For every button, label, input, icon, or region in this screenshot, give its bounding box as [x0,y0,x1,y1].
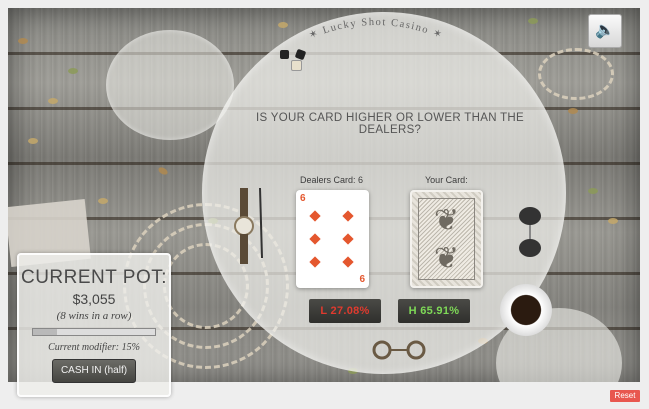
card-back-ornament-icon: ❦ [433,203,460,238]
leaf-decoration [98,198,108,204]
card-back-pattern: ❦ ❦ [418,198,475,280]
leaf-decoration [157,165,169,177]
your-card-label: Your Card: [425,175,468,185]
higher-bet-button[interactable]: H 65.91% [398,299,470,323]
leaf-decoration [48,98,58,104]
dealer-card: 6 6 [296,190,369,288]
pot-progress-bar [32,328,156,336]
game-frame: ✶ Lucky Shot Casino ✶ IS YOUR CARD HIGHE… [0,0,649,409]
current-modifier: Current modifier: 15% [48,342,140,353]
current-pot-panel: CURRENT POT: $3,055 (8 wins in a row) Cu… [17,253,171,397]
game-question: IS YOUR CARD HIGHER OR LOWER THAN THE DE… [256,112,524,136]
win-streak: (8 wins in a row) [56,310,132,322]
leaf-decoration [18,38,28,44]
leaf-decoration [588,188,598,194]
cash-in-button[interactable]: CASH IN (half) [52,359,136,383]
leaf-decoration [28,138,38,144]
diamond-pip-icon [309,256,321,268]
card-rank-bottom: 6 [359,274,365,285]
svg-text:✶ Lucky Shot Casino ✶: ✶ Lucky Shot Casino ✶ [307,17,445,42]
pot-amount: $3,055 [72,291,116,307]
player-card[interactable]: ❦ ❦ [410,190,483,288]
pot-progress-fill [33,329,58,335]
diamond-pip-icon [342,233,354,245]
diamond-pip-icon [342,210,354,222]
leaf-decoration [68,68,78,74]
pot-title: CURRENT POT: [20,267,168,288]
card-rank-top: 6 [300,193,306,204]
leaf-decoration [568,108,578,114]
diamond-pip-icon [309,233,321,245]
leaf-decoration [608,218,618,224]
speaker-icon: 🔈 [595,22,615,39]
lower-bet-button[interactable]: L 27.08% [309,299,381,323]
reset-button[interactable]: Reset [610,390,640,402]
diamond-pip-icon [309,210,321,222]
sound-toggle-button[interactable]: 🔈 [588,14,622,48]
dealer-card-label: Dealers Card: 6 [300,175,364,185]
diamond-pip-icon [342,256,354,268]
card-back-ornament-icon: ❦ [433,241,460,276]
